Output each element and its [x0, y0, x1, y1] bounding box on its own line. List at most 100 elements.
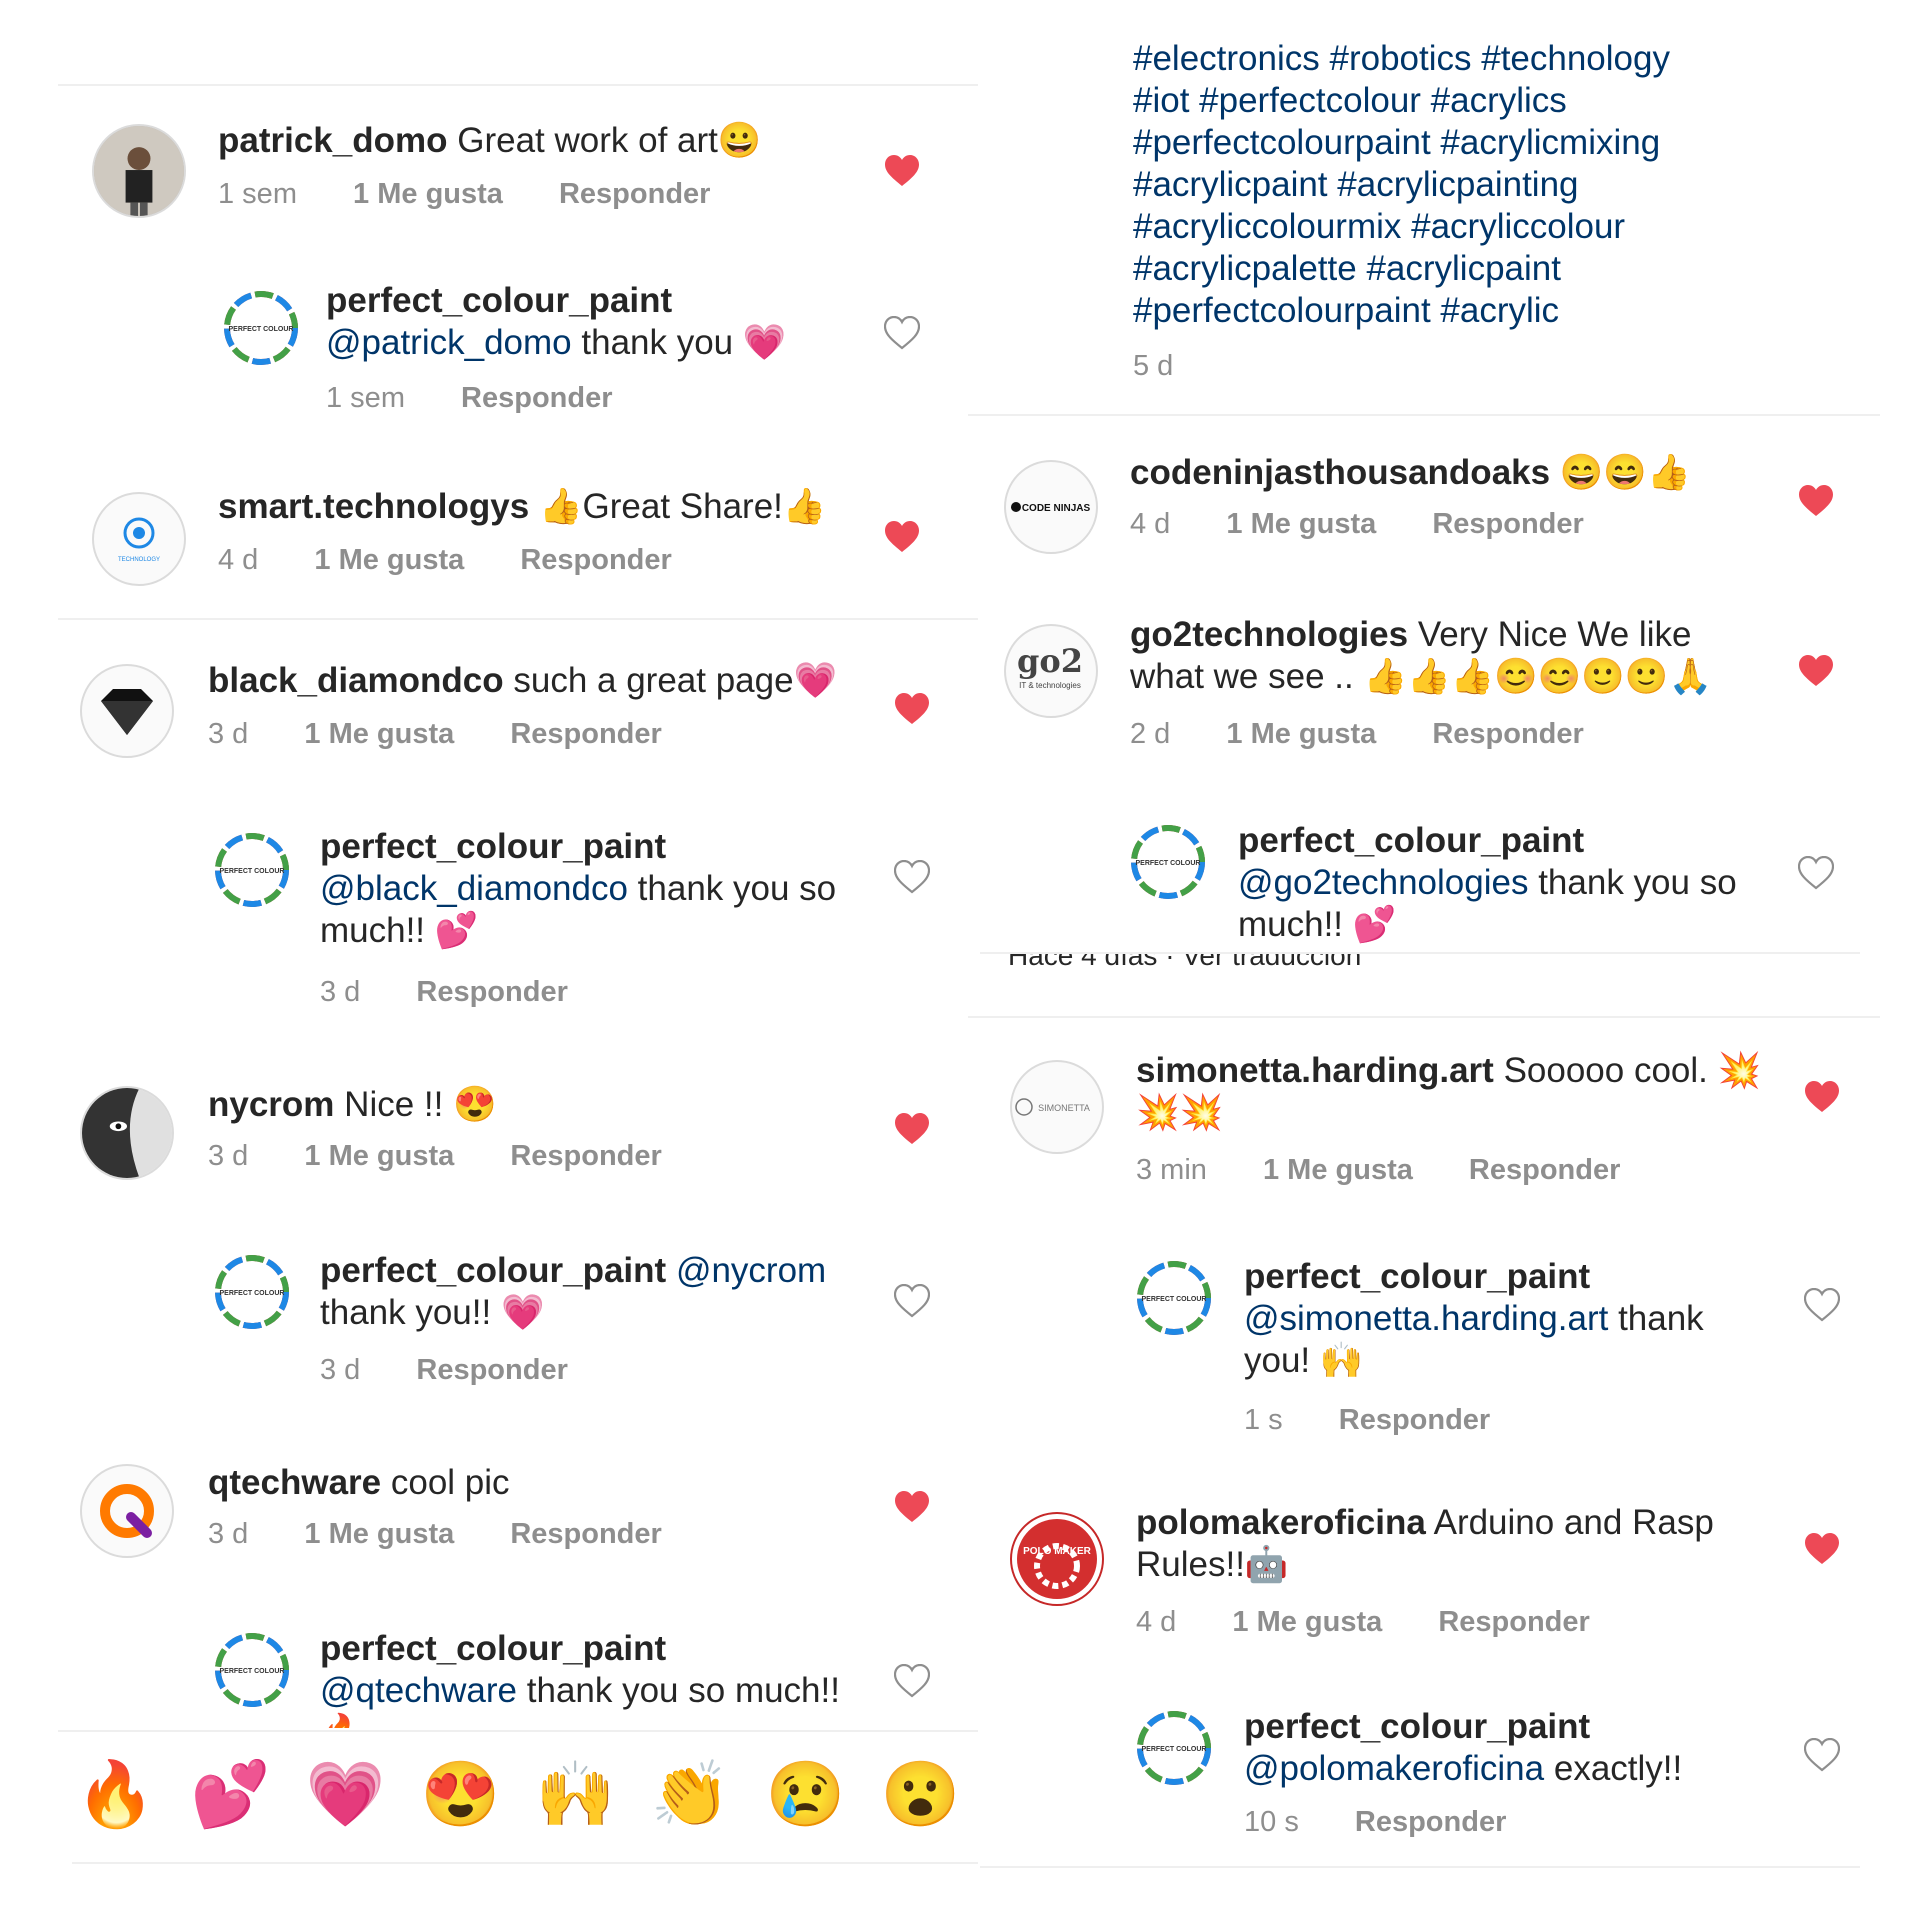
mention-link[interactable]: @patrick_domo [326, 323, 572, 362]
heart-outline-icon[interactable] [1804, 1738, 1840, 1772]
reply-button[interactable]: Responder [416, 976, 567, 1008]
username[interactable]: black_diamondco [208, 661, 504, 700]
avatar-perfect-colour[interactable]: PERFECT COLOUR [1136, 1710, 1212, 1786]
heart-outline-icon[interactable] [1798, 856, 1834, 890]
mention-link[interactable]: @qtechware [320, 1671, 517, 1710]
avatar-simonetta[interactable]: SIMONETTA [1010, 1060, 1104, 1154]
svg-text:CODE NINJAS: CODE NINJAS [1022, 503, 1091, 514]
reply-button[interactable]: Responder [510, 718, 661, 750]
likes-count[interactable]: 1 Me gusta [304, 1140, 454, 1172]
heart-eyes-emoji-button[interactable]: 😍 [403, 1754, 518, 1834]
username[interactable]: polomakeroficina [1136, 1503, 1426, 1542]
surprised-emoji-button[interactable]: 😮 [863, 1754, 978, 1834]
reply-button[interactable]: Responder [1438, 1606, 1589, 1638]
username[interactable]: smart.technologys [218, 487, 529, 526]
reply-button[interactable]: Responder [1355, 1806, 1506, 1838]
two-hearts-emoji-button[interactable]: 💕 [173, 1754, 288, 1834]
heart-filled-icon[interactable] [1804, 1532, 1840, 1566]
comment-meta: 1 sem 1 Me gusta Responder [218, 178, 758, 211]
pink-heart-emoji-button[interactable]: 💗 [288, 1754, 403, 1834]
avatar-perfect-colour[interactable]: PERFECT COLOUR [1130, 824, 1206, 900]
avatar-perfect-colour[interactable]: PERFECT COLOUR [223, 290, 299, 366]
mention-link[interactable]: @go2technologies [1238, 863, 1528, 902]
username[interactable]: qtechware [208, 1463, 381, 1502]
mention-link[interactable]: @nycrom [676, 1251, 826, 1290]
heart-outline-icon[interactable] [894, 860, 930, 894]
username[interactable]: go2technologies [1130, 615, 1408, 654]
username[interactable]: simonetta.harding.art [1136, 1051, 1494, 1090]
avatar[interactable] [92, 124, 186, 218]
sad-emoji-button[interactable]: 😢 [748, 1754, 863, 1834]
mention-link[interactable]: @black_diamondco [320, 869, 628, 908]
reply-button[interactable]: Responder [1432, 718, 1583, 750]
timestamp: 3 d [320, 1354, 361, 1386]
heart-outline-icon[interactable] [884, 316, 920, 350]
caption-hashtags[interactable]: #electronics #robotics #technology #iot … [1133, 38, 1733, 332]
avatar-qtechware[interactable] [80, 1464, 174, 1558]
avatar-perfect-colour[interactable]: PERFECT COLOUR [214, 832, 290, 908]
reply-button[interactable]: Responder [520, 544, 671, 576]
fire-emoji-button[interactable]: 🔥 [58, 1754, 173, 1834]
reply-button[interactable]: Responder [1339, 1404, 1490, 1436]
username[interactable]: patrick_domo [218, 121, 448, 160]
likes-count[interactable]: 1 Me gusta [1263, 1154, 1413, 1186]
avatar-code-ninjas[interactable]: CODE NINJAS [1004, 460, 1098, 554]
heart-filled-icon[interactable] [894, 1112, 930, 1146]
heart-filled-icon[interactable] [894, 692, 930, 726]
likes-count[interactable]: 1 Me gusta [304, 718, 454, 750]
heart-filled-icon[interactable] [894, 1490, 930, 1524]
likes-count[interactable]: 1 Me gusta [314, 544, 464, 576]
reply-comment: PERFECT COLOUR perfect_colour_paint @sim… [968, 1256, 1880, 1446]
reply-button[interactable]: Responder [510, 1518, 661, 1550]
likes-count[interactable]: 1 Me gusta [1226, 508, 1376, 540]
mention-link[interactable]: @simonetta.harding.art [1244, 1299, 1608, 1338]
reply-button[interactable]: Responder [1432, 508, 1583, 540]
likes-count[interactable]: 1 Me gusta [304, 1518, 454, 1550]
username[interactable]: perfect_colour_paint [320, 827, 666, 866]
avatar-black-diamond[interactable] [80, 664, 174, 758]
timestamp: 4 d [218, 544, 259, 576]
username[interactable]: perfect_colour_paint [1244, 1707, 1590, 1746]
comment-meta: 3 d 1 Me gusta Responder [208, 718, 710, 751]
comment: nycrom Nice !! 😍 3 d 1 Me gusta Responde… [58, 1072, 978, 1202]
avatar-go2[interactable]: go2 IT & technologies [1004, 624, 1098, 718]
username[interactable]: perfect_colour_paint [320, 1629, 666, 1668]
likes-count[interactable]: 1 Me gusta [1226, 718, 1376, 750]
avatar-polo-maker[interactable]: POLO MAKER [1010, 1512, 1104, 1606]
likes-count[interactable]: 1 Me gusta [1232, 1606, 1382, 1638]
reply-button[interactable]: Responder [461, 382, 612, 414]
clapping-emoji-button[interactable]: 👏 [633, 1754, 748, 1834]
comment-text: nycrom Nice !! 😍 [208, 1084, 888, 1126]
username[interactable]: nycrom [208, 1085, 334, 1124]
reply-button[interactable]: Responder [416, 1354, 567, 1386]
avatar-perfect-colour[interactable]: PERFECT COLOUR [214, 1632, 290, 1708]
heart-outline-icon[interactable] [894, 1664, 930, 1698]
heart-filled-icon[interactable] [1798, 654, 1834, 688]
heart-outline-icon[interactable] [1804, 1288, 1840, 1322]
reply-button[interactable]: Responder [559, 178, 710, 210]
username[interactable]: perfect_colour_paint [1238, 821, 1584, 860]
heart-filled-icon[interactable] [884, 520, 920, 554]
username[interactable]: perfect_colour_paint [326, 281, 672, 320]
heart-filled-icon[interactable] [884, 154, 920, 188]
comment-meta: 1 s Responder [1244, 1404, 1538, 1437]
svg-text:SIMONETTA: SIMONETTA [1038, 1103, 1090, 1113]
avatar-perfect-colour[interactable]: PERFECT COLOUR [1136, 1260, 1212, 1336]
likes-count[interactable]: 1 Me gusta [353, 178, 503, 210]
heart-filled-icon[interactable] [1804, 1080, 1840, 1114]
avatar-nycrom[interactable] [80, 1086, 174, 1180]
username[interactable]: perfect_colour_paint [320, 1251, 666, 1290]
raised-hands-emoji-button[interactable]: 🙌 [518, 1754, 633, 1834]
reply-button[interactable]: Responder [510, 1140, 661, 1172]
avatar-perfect-colour[interactable]: PERFECT COLOUR [214, 1254, 290, 1330]
username[interactable]: perfect_colour_paint [1244, 1257, 1590, 1296]
reply-button[interactable]: Responder [1469, 1154, 1620, 1186]
comment-text: patrick_domo Great work of art😀 [218, 120, 878, 162]
avatar-smart[interactable]: TECHNOLOGY [92, 492, 186, 586]
username[interactable]: codeninjasthousandoaks [1130, 453, 1550, 492]
svg-text:PERFECT COLOUR: PERFECT COLOUR [229, 326, 294, 333]
mention-link[interactable]: @polomakeroficina [1244, 1749, 1544, 1788]
heart-filled-icon[interactable] [1798, 484, 1834, 518]
heart-outline-icon[interactable] [894, 1284, 930, 1318]
comment: SIMONETTA simonetta.harding.art Sooooo c… [968, 1050, 1880, 1200]
